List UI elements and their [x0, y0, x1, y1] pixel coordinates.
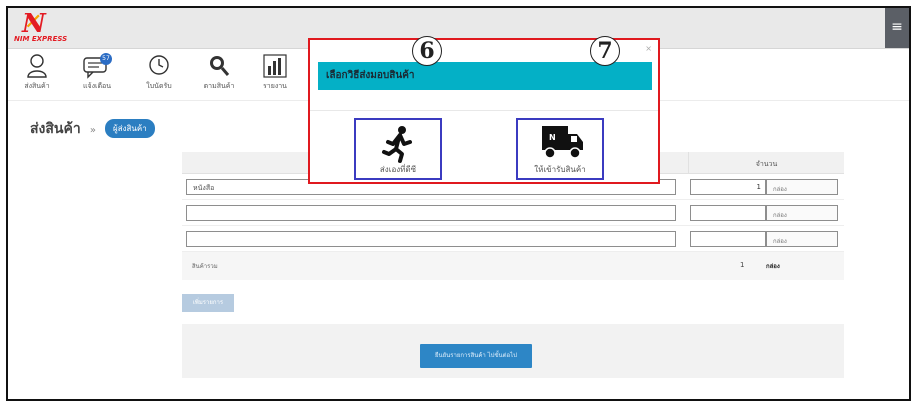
breadcrumb: ส่งสินค้า » ผู้ส่งสินค้า — [30, 118, 155, 138]
svg-text:N: N — [549, 133, 556, 142]
user-icon — [27, 54, 47, 78]
nav-label-pickup: ใบนัดรับ — [146, 82, 172, 90]
notification-badge: 57 — [100, 53, 112, 65]
modal-title: เลือกวิธีส่งมอบสินค้า — [318, 62, 652, 90]
breadcrumb-current[interactable]: ผู้ส่งสินค้า — [105, 119, 155, 138]
nav-label-track: ตามสินค้า — [203, 82, 235, 90]
delivery-truck-icon: N — [542, 126, 583, 159]
nav-item-track[interactable]: ตามสินค้า — [196, 53, 242, 92]
submit-panel: ยืนยันรายการสินค้า ไปขั้นต่อไป — [182, 324, 844, 378]
add-item-button[interactable]: เพิ่มรายการ — [182, 294, 234, 312]
option-self-dropoff[interactable]: ส่งเองที่ดีซี — [354, 118, 442, 180]
logo-n-mark: N — [22, 9, 46, 39]
total-unit: กล่อง — [766, 263, 780, 270]
unit-select[interactable]: กล่อง — [766, 179, 838, 195]
nav-item-send[interactable]: ส่งสินค้า — [14, 53, 60, 92]
bar-chart-icon — [263, 54, 287, 78]
running-man-icon — [382, 126, 412, 163]
total-qty: 1 — [740, 261, 745, 269]
step-number-7: 7 — [590, 36, 620, 66]
total-label: สินค้ารวม — [192, 263, 218, 270]
logo-text: NIM EXPRESS — [14, 35, 68, 43]
delivery-method-modal: × เลือกวิธีส่งมอบสินค้า ส่งเองที่ดีซี 6 … — [308, 36, 660, 184]
item-row: กล่อง — [182, 200, 844, 226]
nim-express-logo[interactable]: ✕ N NIM EXPRESS — [14, 11, 76, 45]
option-label: ให้เข้ารับสินค้า — [534, 165, 586, 174]
search-icon — [210, 56, 230, 76]
option-label: ส่งเองที่ดีซี — [379, 165, 417, 174]
qty-input[interactable] — [690, 231, 766, 247]
total-row: สินค้ารวม 1 กล่อง — [182, 252, 844, 280]
qty-column-header: จำนวน — [688, 152, 844, 174]
qty-input[interactable]: 1 — [690, 179, 766, 195]
nav-label-notifications: แจ้งเตือน — [83, 82, 111, 90]
app-window: ✕ N NIM EXPRESS ≡ ส่งสินค้า 57 แจ้งเตือน — [6, 6, 911, 401]
nav-item-report[interactable]: รายงาน — [252, 53, 298, 92]
nav-label-send: ส่งสินค้า — [24, 82, 50, 90]
unit-select[interactable]: กล่อง — [766, 205, 838, 221]
submit-button[interactable]: ยืนยันรายการสินค้า ไปขั้นต่อไป — [420, 344, 532, 368]
qty-input[interactable] — [690, 205, 766, 221]
item-name-input[interactable] — [186, 205, 676, 221]
nav-item-pickup[interactable]: ใบนัดรับ — [136, 53, 182, 92]
item-row: กล่อง — [182, 226, 844, 252]
step-number-6: 6 — [412, 36, 442, 66]
nav-item-notifications[interactable]: 57 แจ้งเตือน — [74, 53, 120, 92]
close-icon[interactable]: × — [645, 44, 652, 53]
breadcrumb-separator: » — [89, 125, 96, 136]
nav-label-report: รายงาน — [263, 82, 287, 90]
modal-divider — [310, 110, 658, 111]
page-title: ส่งสินค้า — [30, 121, 81, 137]
unit-select[interactable]: กล่อง — [766, 231, 838, 247]
clock-icon — [149, 55, 169, 75]
hamburger-icon[interactable]: ≡ — [885, 8, 909, 48]
item-name-input[interactable] — [186, 231, 676, 247]
option-courier-pickup[interactable]: N ให้เข้ารับสินค้า — [516, 118, 604, 180]
